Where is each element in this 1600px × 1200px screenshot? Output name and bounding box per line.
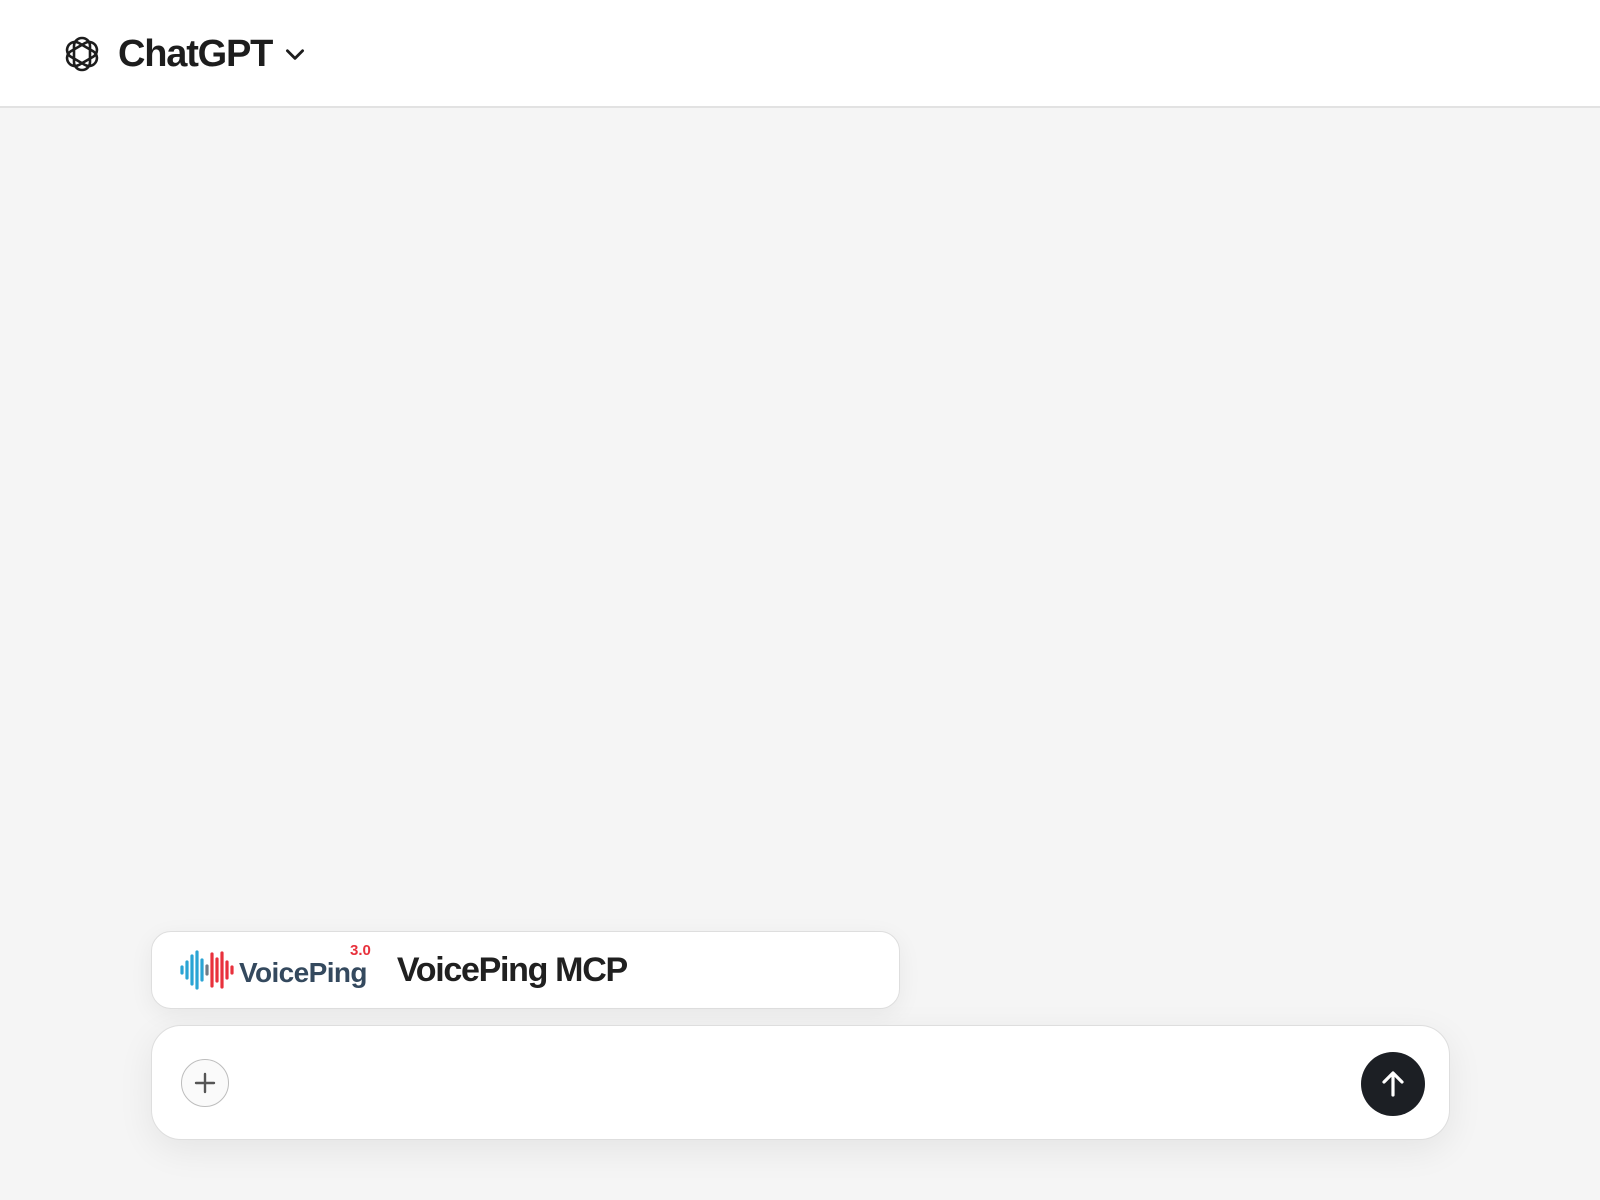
arrow-up-icon <box>1382 1071 1404 1097</box>
sound-wave-icon <box>180 950 234 990</box>
app-name: VoicePing MCP <box>396 950 628 989</box>
openai-logo-icon <box>65 36 99 72</box>
message-input[interactable] <box>252 1056 1312 1110</box>
model-selector[interactable]: ChatGPT <box>62 33 308 75</box>
message-composer <box>151 1025 1450 1140</box>
voiceping-logo: VoicePing 3.0 <box>179 942 371 994</box>
attach-button[interactable] <box>181 1059 229 1107</box>
chevron-down-icon <box>286 49 305 60</box>
app-suggestion-card[interactable]: VoicePing 3.0 VoicePing MCP <box>151 931 900 1009</box>
plus-icon <box>194 1072 216 1094</box>
send-button[interactable] <box>1361 1052 1425 1116</box>
app-title: ChatGPT <box>118 32 273 75</box>
top-header: ChatGPT <box>0 0 1600 108</box>
voiceping-wordmark: VoicePing <box>239 957 367 988</box>
voiceping-version: 3.0 <box>350 942 371 959</box>
